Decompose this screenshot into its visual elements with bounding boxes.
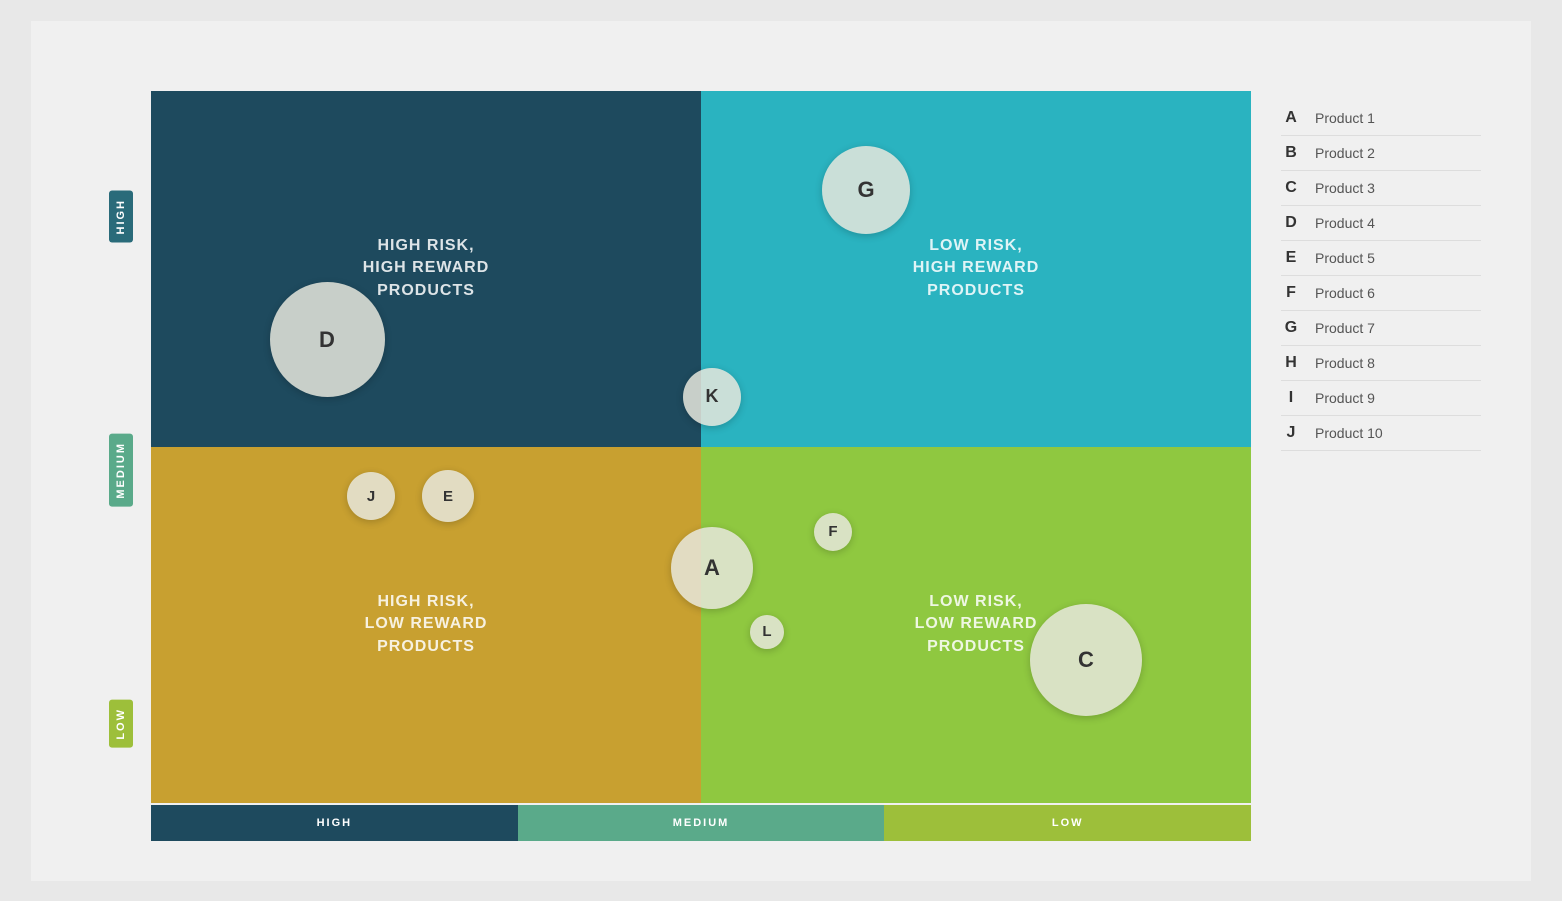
quadrant-bottom-right: LOW RISK,LOW REWARDPRODUCTS xyxy=(701,447,1251,803)
legend-name: Product 8 xyxy=(1315,355,1375,371)
legend-letter: A xyxy=(1281,109,1301,127)
y-tick-high: HIGH xyxy=(91,91,151,344)
legend-letter: G xyxy=(1281,319,1301,337)
legend-item: C Product 3 xyxy=(1281,171,1481,206)
matrix: HIGH RISK,HIGH REWARDPRODUCTS LOW RISK,H… xyxy=(151,91,1251,803)
y-tick-medium: MEDIUM xyxy=(91,344,151,597)
legend-item: J Product 10 xyxy=(1281,416,1481,451)
quadrant-top-left-label: HIGH RISK,HIGH REWARDPRODUCTS xyxy=(363,235,490,302)
legend-name: Product 1 xyxy=(1315,110,1375,126)
x-tick-medium: MEDIUM xyxy=(518,805,885,841)
x-tick-high: HIGH xyxy=(151,805,518,841)
legend-item: H Product 8 xyxy=(1281,346,1481,381)
legend-item: G Product 7 xyxy=(1281,311,1481,346)
quadrant-bottom-left-label: HIGH RISK,LOW REWARDPRODUCTS xyxy=(365,591,488,658)
quadrant-bottom-right-label: LOW RISK,LOW REWARDPRODUCTS xyxy=(915,591,1038,658)
y-ticks-and-chart: HIGH MEDIUM LOW xyxy=(91,91,1251,851)
legend-item: A Product 1 xyxy=(1281,101,1481,136)
legend-name: Product 2 xyxy=(1315,145,1375,161)
matrix-wrapper: HIGH RISK,HIGH REWARDPRODUCTS LOW RISK,H… xyxy=(151,91,1251,851)
quadrant-bottom-left: HIGH RISK,LOW REWARDPRODUCTS xyxy=(151,447,701,803)
y-tick-high-label: HIGH xyxy=(109,191,133,243)
legend-item: F Product 6 xyxy=(1281,276,1481,311)
legend-letter: H xyxy=(1281,354,1301,372)
legend-name: Product 4 xyxy=(1315,215,1375,231)
main-container: HIGH MEDIUM LOW xyxy=(31,21,1531,881)
legend-name: Product 5 xyxy=(1315,250,1375,266)
y-tick-low: LOW xyxy=(91,597,151,850)
legend-letter: I xyxy=(1281,389,1301,407)
legend-letter: E xyxy=(1281,249,1301,267)
x-tick-low: LOW xyxy=(884,805,1251,841)
quadrant-top-left: HIGH RISK,HIGH REWARDPRODUCTS xyxy=(151,91,701,447)
legend-name: Product 6 xyxy=(1315,285,1375,301)
legend-name: Product 9 xyxy=(1315,390,1375,406)
quadrant-top-right: LOW RISK,HIGH REWARDPRODUCTS xyxy=(701,91,1251,447)
legend-letter: D xyxy=(1281,214,1301,232)
y-tick-low-label: LOW xyxy=(109,700,133,748)
chart-with-y-axis: HIGH MEDIUM LOW xyxy=(81,91,1251,851)
y-ticks: HIGH MEDIUM LOW xyxy=(91,91,151,851)
chart-area: HIGH MEDIUM LOW xyxy=(81,91,1251,851)
legend-item: I Product 9 xyxy=(1281,381,1481,416)
legend-name: Product 3 xyxy=(1315,180,1375,196)
y-axis-label xyxy=(81,91,91,851)
x-axis-bar: HIGH MEDIUM LOW xyxy=(151,805,1251,841)
y-tick-medium-label: MEDIUM xyxy=(109,434,133,507)
legend-letter: F xyxy=(1281,284,1301,302)
legend-name: Product 10 xyxy=(1315,425,1383,441)
legend-letter: B xyxy=(1281,144,1301,162)
quadrant-top-right-label: LOW RISK,HIGH REWARDPRODUCTS xyxy=(913,235,1040,302)
legend-name: Product 7 xyxy=(1315,320,1375,336)
legend-letter: C xyxy=(1281,179,1301,197)
legend-letter: J xyxy=(1281,424,1301,442)
legend: A Product 1 B Product 2 C Product 3 D Pr… xyxy=(1281,91,1481,851)
legend-item: B Product 2 xyxy=(1281,136,1481,171)
legend-item: D Product 4 xyxy=(1281,206,1481,241)
legend-item: E Product 5 xyxy=(1281,241,1481,276)
content-row: HIGH MEDIUM LOW xyxy=(81,91,1481,851)
